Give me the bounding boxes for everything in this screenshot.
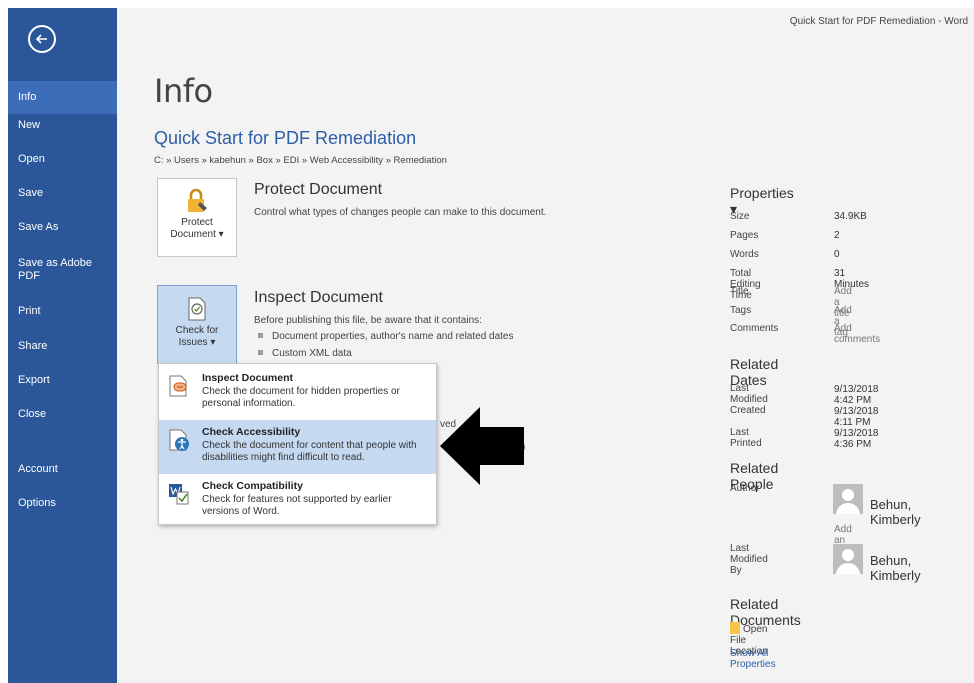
property-label: Tags: [730, 305, 752, 316]
last-modified-by-name[interactable]: Behun, Kimberly: [870, 553, 921, 583]
check-for-issues-menu: Inspect Document Check the document for …: [158, 363, 437, 525]
date-label: Last Printed: [730, 427, 762, 449]
date-value: 9/13/2018 4:42 PM: [834, 384, 879, 406]
sidebar-item-account[interactable]: Account: [8, 463, 117, 476]
sidebar-item-open[interactable]: Open: [8, 153, 117, 166]
avatar-head: [842, 489, 854, 501]
compatibility-icon: [169, 484, 189, 505]
sidebar-item-print[interactable]: Print: [8, 305, 117, 318]
sidebar-item-label: Open: [18, 153, 45, 165]
bullet-marker: [258, 350, 263, 355]
property-label: Pages: [730, 230, 759, 241]
date-label: Last Modified: [730, 383, 768, 405]
inspect-bullet: Document properties, author's name and r…: [258, 331, 514, 342]
sidebar-item-save[interactable]: Save: [8, 187, 117, 200]
sidebar-item-label: Account: [18, 463, 58, 475]
author-name[interactable]: Behun, Kimberly: [870, 497, 921, 527]
back-button[interactable]: [28, 25, 56, 53]
menu-item-title: Check Accessibility: [202, 426, 301, 438]
lock-icon: [188, 188, 207, 212]
avatar: [833, 484, 863, 514]
sidebar-item-options[interactable]: Options: [8, 497, 117, 510]
menu-item-description: Check for features not supported by earl…: [202, 494, 392, 517]
protect-tile-label-line2: Document ▾: [170, 229, 224, 240]
inspect-description: Before publishing this file, be aware th…: [254, 315, 482, 326]
inspect-bullet-text: Document properties, author's name and r…: [272, 331, 514, 342]
property-label: Title: [730, 286, 749, 297]
sidebar-item-save-as[interactable]: Save As: [8, 221, 117, 234]
breadcrumb: C: » Users » kabehun » Box » EDI » Web A…: [154, 155, 447, 166]
inspect-tile-label: Check for: [175, 325, 219, 336]
last-modified-by-label: Last Modified By: [730, 543, 768, 576]
inspect-bullet: Custom XML data: [258, 348, 352, 359]
menu-item-title: Check Compatibility: [202, 480, 303, 492]
sidebar-item-label: Options: [18, 497, 56, 509]
date-value: 9/13/2018 4:11 PM: [834, 406, 879, 428]
inspect-bullet-text: Custom XML data: [272, 348, 352, 359]
accessibility-icon: [169, 429, 189, 451]
date-value: 9/13/2018 4:36 PM: [834, 428, 879, 450]
sidebar-item-label-line2: PDF: [18, 270, 40, 282]
protect-description: Control what types of changes people can…: [254, 207, 547, 218]
menu-item-description: Check the document for content that peop…: [202, 440, 417, 463]
property-label: Comments: [730, 323, 779, 334]
page-title: Info: [154, 72, 213, 110]
sidebar-item-label: Print: [18, 305, 41, 317]
avatar-body: [836, 503, 860, 514]
sidebar-item-info[interactable]: Info: [8, 81, 117, 114]
window-title: Quick Start for PDF Remediation - Word: [789, 16, 968, 27]
inspect-heading: Inspect Document: [254, 289, 383, 306]
sidebar-item-export[interactable]: Export: [8, 374, 117, 387]
folder-icon: [730, 622, 740, 634]
sidebar-item-share[interactable]: Share: [8, 340, 117, 353]
menu-item-check-accessibility[interactable]: Check Accessibility Check the document f…: [159, 420, 436, 474]
annotation-arrow-icon: [440, 407, 524, 485]
backstage-view: Info New Open Save Save As Save as Adobe…: [8, 8, 974, 683]
avatar: [833, 544, 863, 574]
bullet-marker: [258, 333, 263, 338]
property-value: 0: [834, 249, 840, 260]
document-title: Quick Start for PDF Remediation: [154, 128, 417, 148]
comments-field[interactable]: Add comments: [834, 323, 880, 345]
inspect-document-icon: [188, 297, 206, 321]
protect-tile-label: Protect: [181, 217, 213, 228]
sidebar-item-label: Save: [18, 187, 44, 199]
sidebar-item-label: New: [18, 119, 41, 131]
inspect-tile-label-line2: Issues ▾: [178, 337, 216, 348]
protect-heading: Protect Document: [254, 181, 383, 198]
show-all-properties-link[interactable]: Show All Properties: [730, 648, 776, 670]
backstage-sidebar: Info New Open Save Save As Save as Adobe…: [8, 8, 117, 683]
property-label: Size: [730, 211, 750, 222]
menu-item-title: Inspect Document: [202, 372, 294, 384]
sidebar-item-close[interactable]: Close: [8, 408, 117, 421]
check-for-issues-button[interactable]: Check for Issues ▾: [157, 285, 237, 364]
sidebar-item-label: Close: [18, 408, 47, 420]
avatar-body: [836, 563, 860, 574]
sidebar-item-new[interactable]: New: [8, 119, 117, 132]
sidebar-item-label: Export: [18, 374, 50, 386]
inspect-icon: [169, 375, 187, 397]
sidebar-item-label: Share: [18, 340, 48, 352]
menu-item-inspect-document[interactable]: Inspect Document Check the document for …: [159, 366, 436, 418]
date-label: Created: [730, 405, 766, 416]
sidebar-item-label: Save As: [18, 221, 59, 233]
sidebar-item-label: Save as Adobe: [18, 257, 93, 269]
sidebar-item-label: Info: [18, 91, 37, 103]
avatar-head: [842, 549, 854, 561]
property-value: 2: [834, 230, 840, 241]
back-arrow-icon: [35, 34, 47, 44]
property-value: 34.9KB: [834, 211, 867, 222]
menu-item-check-compatibility[interactable]: Check Compatibility Check for features n…: [159, 474, 436, 526]
menu-item-description: Check the document for hidden properties…: [202, 386, 400, 409]
author-label: Author: [730, 483, 760, 494]
protect-document-button[interactable]: Protect Document ▾: [157, 178, 237, 257]
sidebar-item-save-as-adobe-pdf[interactable]: Save as Adobe PDF: [8, 257, 117, 283]
property-label: Words: [730, 249, 759, 260]
